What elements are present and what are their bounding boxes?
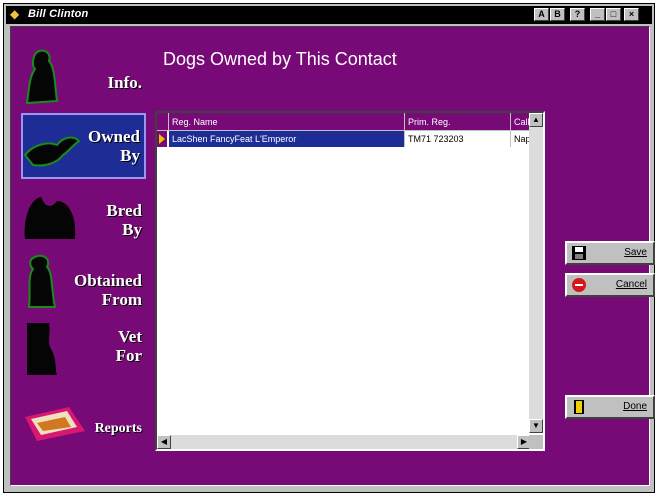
vertical-scrollbar[interactable]: ▲ ▼	[529, 113, 543, 433]
app-icon: ◆	[10, 7, 20, 21]
save-label: Save	[624, 247, 647, 258]
dog-pair-icon	[24, 197, 76, 239]
minimize-button[interactable]: _	[590, 8, 605, 21]
table-corner-cell	[157, 113, 169, 131]
nav-item-vet-for[interactable]: Vet For	[21, 319, 146, 381]
dog-standing-icon	[27, 254, 57, 308]
save-button[interactable]: Save	[565, 241, 655, 265]
horizontal-scrollbar[interactable]: ◀ ▶	[157, 435, 531, 449]
current-row-arrow-icon	[159, 134, 165, 144]
table-row[interactable]: LacShen FancyFeat L'Emperor TM71 723203 …	[169, 131, 537, 147]
page-title: Dogs Owned by This Contact	[163, 49, 397, 69]
nav-item-obtained-from[interactable]: Obtained From	[21, 251, 146, 313]
cancel-button[interactable]: Cancel	[565, 273, 655, 297]
stop-sign-icon	[572, 278, 586, 292]
nav-item-reports[interactable]: Reports	[21, 403, 146, 443]
floppy-disk-icon	[572, 246, 586, 260]
title-bar: ◆ Bill Clinton A B ? _ □ ×	[6, 6, 652, 24]
titlebar-button-a[interactable]: A	[534, 8, 549, 21]
close-button[interactable]: ×	[624, 8, 639, 21]
nav-label-vet-for: Vet For	[115, 327, 142, 365]
column-header-prim-reg[interactable]: Prim. Reg.	[405, 113, 511, 131]
scroll-down-button[interactable]: ▼	[529, 419, 543, 433]
help-button[interactable]: ?	[570, 8, 585, 21]
done-label: Done	[623, 401, 647, 412]
column-header-reg-name[interactable]: Reg. Name	[169, 113, 405, 131]
nav-label-obtained-from: Obtained From	[73, 271, 142, 309]
row-selector[interactable]	[157, 131, 167, 147]
maximize-button[interactable]: □	[606, 8, 621, 21]
door-icon	[574, 400, 584, 414]
scroll-left-button[interactable]: ◀	[157, 435, 171, 449]
nav-label-reports: Reports	[94, 421, 142, 436]
app-window: ◆ Bill Clinton A B ? _ □ × Info. Owned B…	[3, 3, 655, 493]
cancel-label: Cancel	[615, 279, 647, 290]
reports-icon	[25, 407, 85, 441]
dogs-table[interactable]: Reg. Name Prim. Reg. Call N LacShen Fanc…	[155, 111, 545, 451]
dog-sitting-icon	[25, 49, 59, 105]
nav-item-owned-by[interactable]: Owned By	[21, 113, 146, 179]
nav-label-owned-by: Owned By	[88, 127, 140, 165]
nav-item-info[interactable]: Info.	[21, 47, 146, 109]
vet-figure-icon	[27, 323, 57, 375]
cell-prim-reg[interactable]: TM71 723203	[405, 131, 511, 147]
nav-label-info: Info.	[107, 73, 142, 92]
main-panel: Info. Owned By Bred By Obtained From Vet…	[10, 26, 655, 486]
titlebar-button-b[interactable]: B	[550, 8, 565, 21]
scroll-up-button[interactable]: ▲	[529, 113, 543, 127]
window-title: Bill Clinton	[28, 8, 89, 20]
dog-running-icon	[23, 136, 81, 167]
done-button[interactable]: Done	[565, 395, 655, 419]
cell-reg-name[interactable]: LacShen FancyFeat L'Emperor	[169, 131, 405, 147]
nav-item-bred-by[interactable]: Bred By	[21, 187, 146, 249]
nav-label-bred-by: Bred By	[106, 201, 142, 239]
scrollbar-corner	[529, 435, 543, 449]
